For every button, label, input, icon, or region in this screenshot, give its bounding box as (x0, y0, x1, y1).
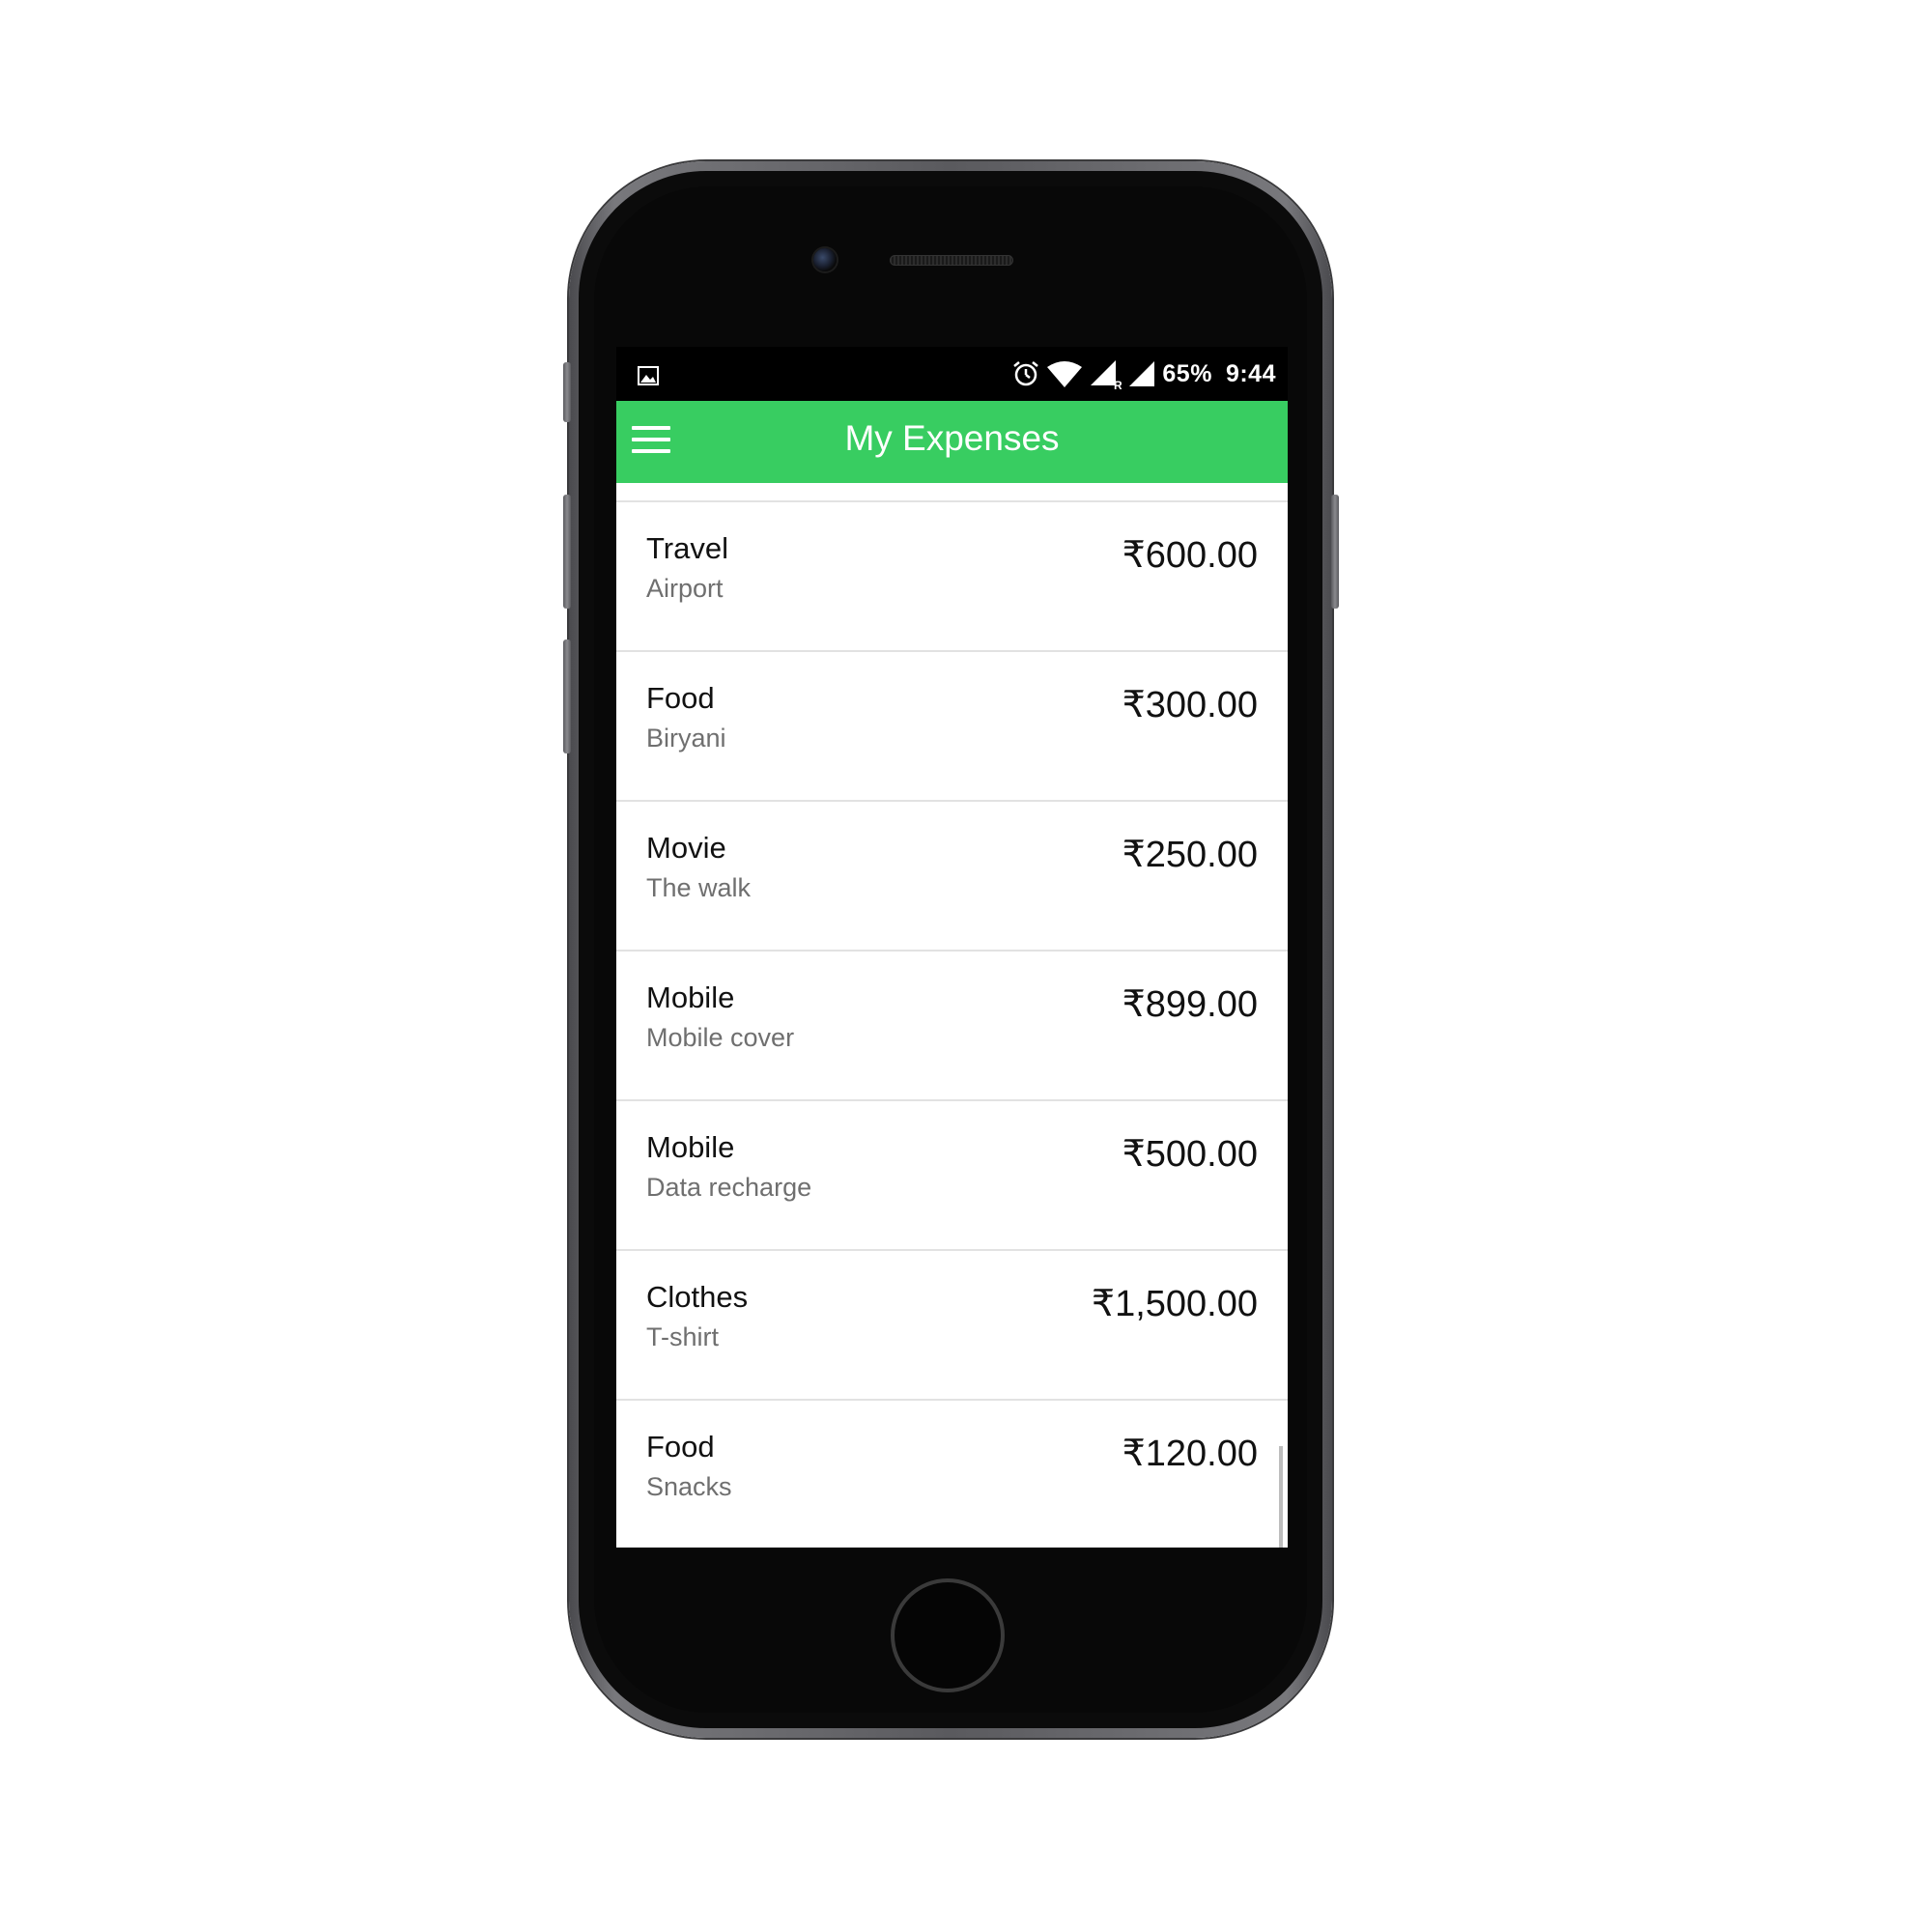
expense-row[interactable]: Mobile Mobile cover ₹899.00 (616, 952, 1288, 1101)
app-bar: My Expenses (616, 401, 1288, 483)
cell-signal-icon: R (1091, 360, 1122, 389)
expense-amount: ₹120.00 (1122, 1434, 1258, 1474)
volume-down-button (563, 639, 571, 753)
app-screen: R 65% 9:44 My Expenses Travel Airport ₹6… (616, 347, 1288, 1548)
roaming-badge: R (1114, 379, 1122, 389)
clock: 9:44 (1225, 359, 1276, 387)
expense-amount: ₹250.00 (1122, 835, 1258, 875)
cell-signal-icon-2 (1129, 361, 1155, 386)
front-camera (813, 248, 837, 271)
expense-description: The walk (646, 873, 752, 902)
volume-up-button (563, 495, 571, 609)
battery-percentage: 65% (1162, 359, 1212, 387)
expense-category: Travel (646, 531, 728, 565)
expense-category: Mobile (646, 1130, 735, 1164)
expense-row[interactable]: Food Biryani ₹300.00 (616, 652, 1288, 802)
expense-amount: ₹300.00 (1122, 685, 1258, 725)
image-notification-icon (638, 366, 659, 385)
expense-row[interactable]: Movie The walk ₹250.00 (616, 802, 1288, 952)
expense-row[interactable]: Clothes T-shirt ₹1,500.00 (616, 1251, 1288, 1401)
alarm-icon (1013, 361, 1039, 386)
expense-row[interactable]: Travel Airport ₹600.00 (616, 502, 1288, 652)
expense-row[interactable]: Food Snacks ₹120.00 (616, 1401, 1288, 1548)
expense-amount: ₹899.00 (1122, 984, 1258, 1025)
expense-category: Food (646, 681, 715, 715)
expense-description: T-shirt (646, 1322, 720, 1351)
page-title: My Expenses (844, 418, 1060, 458)
expense-row[interactable]: Mobile Data recharge ₹500.00 (616, 1101, 1288, 1251)
expense-description: Snacks (646, 1472, 732, 1501)
scrollbar[interactable] (1279, 1446, 1283, 1548)
earpiece-speaker (890, 255, 1013, 266)
mute-switch (563, 362, 571, 422)
expense-amount: ₹500.00 (1122, 1134, 1258, 1175)
expense-category: Movie (646, 831, 726, 865)
home-button[interactable] (891, 1578, 1005, 1692)
expense-amount: ₹600.00 (1122, 535, 1258, 576)
wifi-icon (1047, 361, 1083, 387)
expense-category: Clothes (646, 1280, 749, 1314)
expense-description: Mobile cover (646, 1023, 795, 1052)
expense-description: Biryani (646, 724, 726, 753)
status-icons: R 65% 9:44 (1011, 358, 1276, 389)
expense-description: Data recharge (646, 1173, 812, 1202)
expense-description: Airport (646, 574, 724, 603)
power-button (1331, 495, 1339, 609)
expense-amount: ₹1,500.00 (1091, 1284, 1258, 1324)
status-bar: R 65% 9:44 (616, 347, 1288, 401)
expense-category: Food (646, 1430, 715, 1463)
expense-category: Mobile (646, 980, 735, 1014)
expense-list: Travel Airport ₹600.00 Food Biryani ₹300… (616, 502, 1288, 1548)
